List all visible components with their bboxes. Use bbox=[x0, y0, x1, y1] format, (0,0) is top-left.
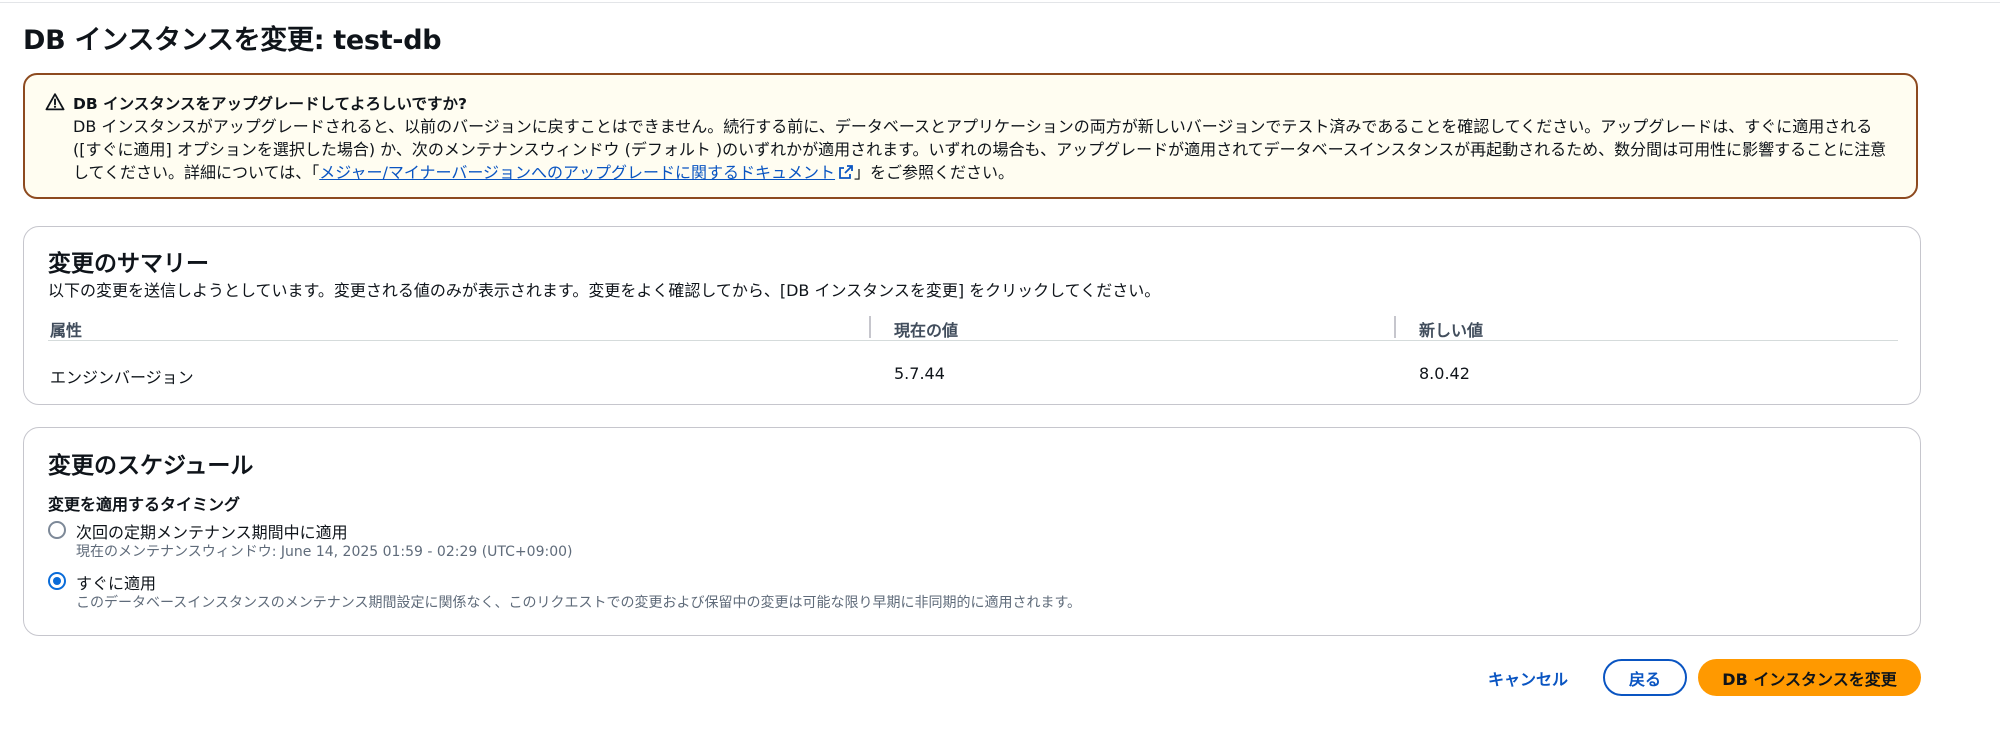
radio-apply-immediately[interactable]: すぐに適用 このデータベースインスタンスのメンテナンス期間設定に関係なく、このリ… bbox=[48, 570, 1248, 611]
cell-new-value: 8.0.42 bbox=[1419, 364, 1470, 383]
radio-button[interactable] bbox=[48, 521, 66, 539]
cell-attribute: エンジンバージョン bbox=[50, 368, 194, 387]
page-title: DB インスタンスを変更: test-db bbox=[23, 25, 442, 56]
column-header-new-value: 新しい値 bbox=[1419, 321, 1484, 340]
radio-apply-next-maintenance[interactable]: 次回の定期メンテナンス期間中に適用 現在のメンテナンスウィンドウ: June 1… bbox=[48, 519, 1248, 560]
column-header-attribute: 属性 bbox=[50, 321, 83, 340]
column-resizer[interactable] bbox=[869, 316, 871, 338]
warning-title: DB インスタンスをアップグレードしてよろしいですか? bbox=[73, 95, 468, 113]
timing-label: 変更を適用するタイミング bbox=[48, 495, 241, 514]
external-link-icon[interactable] bbox=[838, 164, 854, 180]
radio-label[interactable]: すぐに適用 bbox=[76, 570, 156, 594]
top-divider bbox=[0, 2, 2000, 3]
cell-current-value: 5.7.44 bbox=[894, 364, 945, 383]
schedule-title: 変更のスケジュール bbox=[48, 453, 254, 479]
summary-table-header: 属性 現在の値 新しい値 bbox=[48, 314, 1898, 341]
summary-title: 変更のサマリー bbox=[48, 251, 209, 277]
modify-db-instance-button[interactable]: DB インスタンスを変更 bbox=[1698, 659, 1921, 696]
back-button[interactable]: 戻る bbox=[1603, 659, 1687, 696]
summary-description: 以下の変更を送信しようとしています。変更される値のみが表示されます。変更をよく確… bbox=[48, 281, 1161, 300]
column-resizer[interactable] bbox=[1394, 316, 1396, 338]
table-row: エンジンバージョン 5.7.44 8.0.42 bbox=[48, 364, 1898, 388]
warning-body: DB インスタンスがアップグレードされると、以前のバージョンに戻すことはできませ… bbox=[73, 115, 1898, 184]
radio-label[interactable]: 次回の定期メンテナンス期間中に適用 bbox=[76, 519, 348, 543]
upgrade-documentation-link-text[interactable]: メジャー/マイナーバージョンへのアップグレードに関するドキュメント bbox=[319, 163, 835, 182]
radio-hint: 現在のメンテナンスウィンドウ: June 14, 2025 01:59 - 02… bbox=[76, 544, 573, 560]
radio-hint: このデータベースインスタンスのメンテナンス期間設定に関係なく、このリクエストでの… bbox=[76, 595, 1082, 611]
column-header-current-value: 現在の値 bbox=[894, 321, 959, 340]
warning-text-after-link: 」をご参照ください。 bbox=[854, 163, 1015, 182]
warning-icon bbox=[45, 93, 65, 111]
upgrade-warning-alert: DB インスタンスをアップグレードしてよろしいですか? DB インスタンスがアッ… bbox=[23, 73, 1918, 199]
cancel-button[interactable]: キャンセル bbox=[1476, 659, 1580, 696]
change-schedule-panel: 変更のスケジュール 変更を適用するタイミング 次回の定期メンテナンス期間中に適用… bbox=[23, 427, 1921, 636]
upgrade-documentation-link[interactable]: メジャー/マイナーバージョンへのアップグレードに関するドキュメント bbox=[319, 163, 854, 182]
radio-button[interactable] bbox=[48, 572, 66, 590]
change-summary-panel: 変更のサマリー 以下の変更を送信しようとしています。変更される値のみが表示されま… bbox=[23, 226, 1921, 405]
